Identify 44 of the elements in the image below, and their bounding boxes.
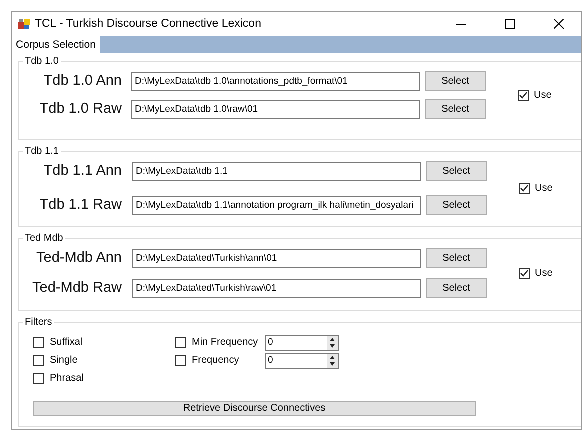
checkbox-label: Phrasal — [50, 373, 84, 384]
close-icon[interactable] — [554, 19, 564, 29]
group-title: Ted Mdb — [24, 233, 64, 244]
checkbox[interactable] — [33, 337, 44, 348]
path-field[interactable]: D:\MyLexData\tdb 1.1 — [132, 162, 421, 180]
checkbox-label: Single — [50, 355, 78, 366]
checkbox[interactable] — [175, 337, 186, 348]
field-label: Tdb 1.0 Raw — [38, 101, 122, 117]
tab[interactable]: Corpus Selection — [12, 36, 100, 53]
field-label: Tdb 1.1 Ann — [42, 163, 122, 179]
path-field[interactable]: D:\MyLexData\ted\Turkish\raw\01 — [132, 278, 421, 298]
field-label: Ted-Mdb Ann — [36, 250, 122, 266]
checkbox-label: Frequency — [192, 355, 240, 366]
select-button[interactable]: Select — [426, 195, 487, 215]
window-title: TCL - Turkish Discourse Connective Lexicon — [35, 18, 262, 30]
checkbox-label: Use — [535, 182, 553, 194]
field-label: Tdb 1.1 Raw — [38, 197, 122, 213]
checkbox[interactable] — [519, 268, 530, 278]
checkbox[interactable] — [519, 182, 530, 194]
path-field[interactable]: D:\MyLexData\tdb 1.0\raw\01 — [131, 100, 420, 118]
checkbox[interactable] — [33, 373, 44, 384]
path-field[interactable]: D:\MyLexData\tdb 1.0\annotations_pdtb_format\01 — [131, 72, 420, 90]
select-button[interactable]: Select — [426, 278, 487, 298]
group-title: Filters — [24, 317, 54, 328]
group-title: Tdb 1.1 — [24, 146, 60, 157]
field-label: Ted-Mdb Raw — [32, 280, 122, 296]
checkbox-label: Use — [534, 90, 552, 100]
field-label: Tdb 1.0 Ann — [42, 73, 122, 89]
checkbox-label: Use — [535, 268, 553, 278]
checkbox[interactable] — [33, 355, 44, 366]
checkbox[interactable] — [175, 355, 186, 366]
group-title: Tdb 1.0 — [24, 56, 60, 67]
select-button[interactable]: Select — [425, 99, 486, 119]
select-button[interactable]: Select — [425, 71, 486, 91]
select-button[interactable]: Select — [426, 161, 487, 181]
retrieve-button[interactable]: Retrieve Discourse Connectives — [33, 401, 476, 416]
select-button[interactable]: Select — [426, 248, 487, 268]
checkbox[interactable] — [518, 90, 529, 100]
path-field[interactable]: D:\MyLexData\tdb 1.1\annotation program_ilk hali\metin_dosyalari — [132, 196, 421, 214]
checkbox-label: Suffixal — [50, 337, 83, 348]
path-field[interactable]: D:\MyLexData\ted\Turkish\ann\01 — [132, 248, 421, 268]
maximize-icon[interactable] — [505, 19, 515, 29]
app-icon — [18, 18, 30, 30]
checkbox-label: Min Frequency — [192, 337, 258, 348]
